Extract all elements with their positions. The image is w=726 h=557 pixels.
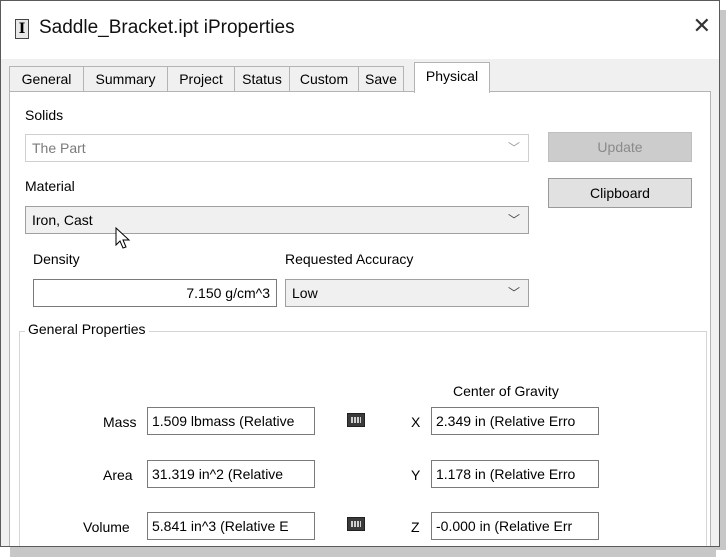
material-label: Material xyxy=(25,178,75,194)
tab-summary[interactable]: Summary xyxy=(83,66,168,92)
tab-project[interactable]: Project xyxy=(167,66,235,92)
accuracy-value: Low xyxy=(292,285,318,301)
accuracy-label: Requested Accuracy xyxy=(285,251,414,267)
cog-x-field[interactable]: 2.349 in (Relative Erro xyxy=(431,407,599,435)
solids-dropdown[interactable]: The Part ﹀ xyxy=(25,134,529,162)
y-label: Y xyxy=(411,467,421,483)
cog-z-field[interactable]: -0.000 in (Relative Err xyxy=(431,512,599,540)
tab-custom[interactable]: Custom xyxy=(289,66,359,92)
mass-field[interactable]: 1.509 lbmass (Relative xyxy=(147,407,315,435)
density-field[interactable]: 7.150 g/cm^3 xyxy=(33,279,277,307)
clipboard-button[interactable]: Clipboard xyxy=(548,178,692,208)
mass-label: Mass xyxy=(103,414,137,430)
window-title: Saddle_Bracket.ipt iProperties xyxy=(39,17,295,38)
inventor-app-icon: I xyxy=(15,19,29,39)
center-of-gravity-heading: Center of Gravity xyxy=(453,383,559,399)
cog-y-field[interactable]: 1.178 in (Relative Erro xyxy=(431,460,599,488)
calculator-icon[interactable] xyxy=(347,413,365,427)
material-dropdown[interactable]: Iron, Cast ﹀ xyxy=(25,206,529,234)
area-field[interactable]: 31.319 in^2 (Relative xyxy=(147,460,315,488)
general-properties-group xyxy=(19,331,707,546)
chevron-down-icon: ﹀ xyxy=(507,213,520,227)
z-label: Z xyxy=(411,519,420,535)
tab-save[interactable]: Save xyxy=(358,66,404,92)
material-value: Iron, Cast xyxy=(32,212,93,228)
mouse-pointer-icon xyxy=(115,227,131,249)
accuracy-dropdown[interactable]: Low ﹀ xyxy=(285,279,529,307)
calculator-icon[interactable] xyxy=(347,517,365,531)
tab-physical[interactable]: Physical xyxy=(414,62,490,93)
solids-label: Solids xyxy=(25,107,64,123)
general-properties-title: General Properties xyxy=(25,321,149,337)
volume-field[interactable]: 5.841 in^3 (Relative E xyxy=(147,512,315,540)
tab-general[interactable]: General xyxy=(9,66,84,92)
tab-status[interactable]: Status xyxy=(234,66,290,92)
volume-label: Volume xyxy=(83,519,130,535)
close-icon[interactable]: ✕ xyxy=(693,13,711,39)
chevron-down-icon: ﹀ xyxy=(507,286,520,300)
x-label: X xyxy=(411,414,421,430)
update-button[interactable]: Update xyxy=(548,132,692,162)
area-label: Area xyxy=(103,467,133,483)
density-label: Density xyxy=(33,251,80,267)
solids-value: The Part xyxy=(32,140,86,156)
iproperties-dialog: I Saddle_Bracket.ipt iProperties ✕ Gener… xyxy=(0,0,720,547)
title-bar: I Saddle_Bracket.ipt iProperties ✕ xyxy=(1,1,719,59)
chevron-down-icon: ﹀ xyxy=(507,141,520,155)
